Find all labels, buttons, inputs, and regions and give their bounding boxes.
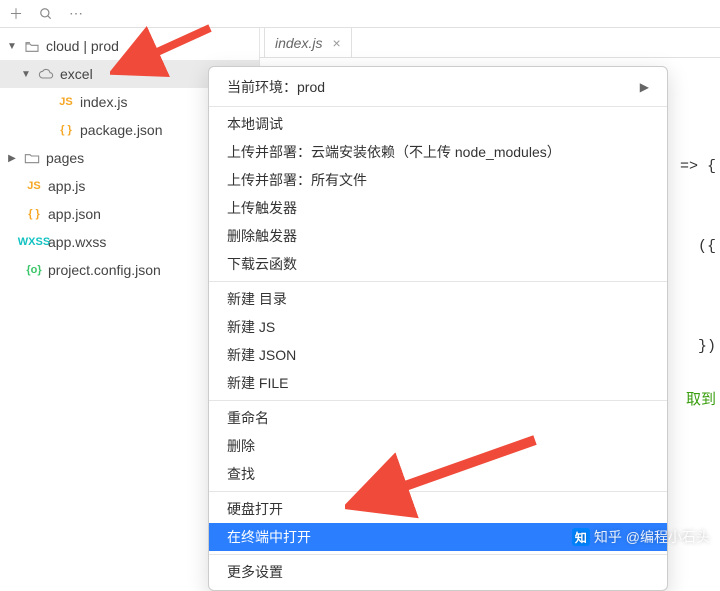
tree-label: cloud | prod (46, 38, 119, 54)
json-icon: { } (24, 208, 44, 220)
watermark-text: 知乎 @编程小石头 (594, 527, 710, 547)
folder-icon (22, 152, 42, 164)
menu-new-dir[interactable]: 新建 目录 (209, 285, 667, 313)
json-icon: { } (56, 124, 76, 136)
tree-root-cloud[interactable]: ▼ cloud | prod (0, 32, 259, 60)
tree-label: pages (46, 150, 84, 166)
search-icon[interactable] (38, 6, 54, 22)
chevron-down-icon: ▼ (20, 68, 32, 80)
play-icon: ▶ (640, 80, 649, 94)
js-icon: JS (24, 180, 44, 192)
tab-indexjs[interactable]: index.js × (264, 27, 352, 57)
code-fragment: => { (680, 158, 716, 175)
config-icon: {o} (24, 264, 44, 276)
code-fragment: 取到 (686, 388, 716, 409)
menu-delete[interactable]: 删除 (209, 432, 667, 460)
menu-new-json[interactable]: 新建 JSON (209, 341, 667, 369)
menu-new-file[interactable]: 新建 FILE (209, 369, 667, 397)
chevron-down-icon: ▼ (6, 40, 18, 52)
folder-cloud-icon (22, 39, 42, 53)
menu-upload-cloud-deps[interactable]: 上传并部署：云端安装依赖（不上传 node_modules） (209, 138, 667, 166)
tree-label: project.config.json (48, 262, 161, 278)
plus-icon[interactable]: ＋ (8, 6, 24, 22)
code-fragment: }) (698, 338, 716, 355)
watermark: 知 知乎 @编程小石头 (572, 527, 710, 547)
menu-rename[interactable]: 重命名 (209, 404, 667, 432)
menu-upload-all[interactable]: 上传并部署：所有文件 (209, 166, 667, 194)
menu-new-js[interactable]: 新建 JS (209, 313, 667, 341)
tree-label: package.json (80, 122, 163, 138)
menu-separator (209, 281, 667, 282)
toolbar: ＋ ⋯ (0, 0, 720, 28)
menu-separator (209, 491, 667, 492)
zhihu-logo-icon: 知 (572, 528, 590, 546)
menu-header[interactable]: 当前环境：prod ▶ (209, 71, 667, 103)
editor-tabs: index.js × (260, 28, 720, 58)
menu-delete-trigger[interactable]: 删除触发器 (209, 222, 667, 250)
menu-more-settings[interactable]: 更多设置 (209, 558, 667, 586)
cloud-icon (36, 68, 56, 80)
tree-label: excel (60, 66, 93, 82)
menu-find[interactable]: 查找 (209, 460, 667, 488)
dots-icon[interactable]: ⋯ (68, 6, 84, 22)
menu-download-fn[interactable]: 下载云函数 (209, 250, 667, 278)
wxss-icon: WXSS (24, 236, 44, 248)
tree-label: app.json (48, 206, 101, 222)
tree-label: app.wxss (48, 234, 106, 250)
code-fragment: ({ (698, 238, 716, 255)
menu-separator (209, 106, 667, 107)
menu-env-label: 当前环境：prod (227, 77, 325, 97)
menu-disk-open[interactable]: 硬盘打开 (209, 495, 667, 523)
menu-upload-trigger[interactable]: 上传触发器 (209, 194, 667, 222)
js-icon: JS (56, 96, 76, 108)
close-icon[interactable]: × (332, 35, 340, 51)
tab-title: index.js (275, 35, 322, 51)
context-menu: 当前环境：prod ▶ 本地调试 上传并部署：云端安装依赖（不上传 node_m… (208, 66, 668, 591)
menu-separator (209, 400, 667, 401)
chevron-right-icon: ▶ (6, 152, 18, 164)
tree-label: app.js (48, 178, 85, 194)
tree-label: index.js (80, 94, 127, 110)
menu-local-debug[interactable]: 本地调试 (209, 110, 667, 138)
